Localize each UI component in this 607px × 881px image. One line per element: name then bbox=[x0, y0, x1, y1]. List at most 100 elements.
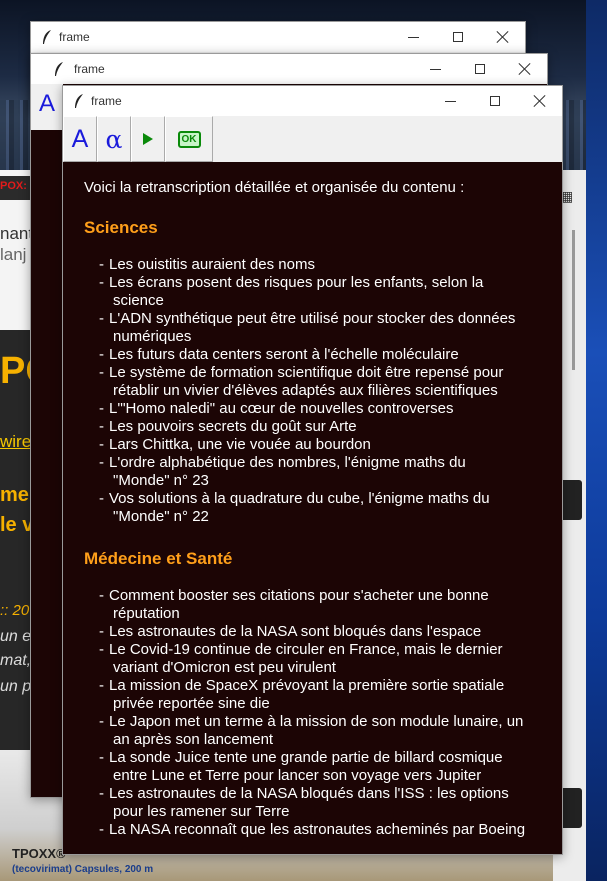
list-item-text: Les astronautes de la NASA bloqués dans … bbox=[109, 785, 509, 802]
bullet-dash: - bbox=[99, 785, 104, 802]
font-button-label[interactable]: A bbox=[39, 90, 55, 118]
background-link[interactable]: wire bbox=[0, 432, 31, 452]
list-item: - Vos solutions à la quadrature du cube, … bbox=[84, 490, 515, 508]
bullet-dash: - bbox=[99, 364, 104, 381]
list-item-continuation: privée reportée sine die bbox=[84, 695, 525, 713]
bullet-dash: - bbox=[99, 677, 104, 694]
list-item-text: privée reportée sine die bbox=[113, 695, 270, 712]
maximize-button[interactable] bbox=[458, 54, 502, 84]
intro-text: Voici la retranscription détaillée et or… bbox=[84, 179, 465, 196]
background-italic-line: mat, bbox=[0, 652, 32, 669]
titlebar[interactable]: frame bbox=[63, 86, 562, 116]
minimize-button[interactable] bbox=[391, 22, 435, 52]
background-product-name: TPOXX® bbox=[12, 846, 66, 861]
list-item-continuation: numériques bbox=[84, 328, 515, 346]
background-scrollbar[interactable] bbox=[572, 230, 575, 370]
ok-icon: OK bbox=[177, 130, 201, 148]
font-button-label: A bbox=[71, 124, 89, 153]
bullet-dash: - bbox=[99, 436, 104, 453]
list-item-text: L'ordre alphabétique des nombres, l'énig… bbox=[109, 454, 466, 471]
window-title: frame bbox=[59, 30, 90, 44]
list-item: - L'"Homo naledi" au cœur de nouvelles co… bbox=[84, 400, 515, 418]
section-items: - Les ouistitis auraient des noms - Les écr… bbox=[84, 256, 515, 526]
list-item-continuation: an après son lancement bbox=[84, 731, 525, 749]
background-text-line: nant bbox=[0, 224, 34, 243]
bullet-dash: - bbox=[99, 821, 104, 838]
font-button[interactable]: A bbox=[63, 116, 97, 162]
list-item: - Le Covid-19 continue de circuler en Fra… bbox=[84, 641, 525, 659]
list-item-continuation: rétablir un vivier d'élèves adaptés aux … bbox=[84, 382, 515, 400]
toolbar-strip: A bbox=[31, 84, 63, 130]
minimize-icon bbox=[407, 36, 419, 38]
list-item-text: numériques bbox=[113, 328, 192, 345]
toolbar: A α OK bbox=[63, 116, 562, 162]
list-item-continuation: pour les ramener sur Terre bbox=[84, 803, 525, 821]
close-button[interactable] bbox=[503, 54, 547, 84]
list-item-continuation: variant d'Omicron est peu virulent bbox=[84, 659, 525, 677]
feather-icon bbox=[75, 94, 83, 108]
list-item: - Les écrans posent des risques pour les … bbox=[84, 274, 515, 292]
titlebar[interactable]: frame bbox=[31, 22, 525, 52]
alpha-button-label: α bbox=[105, 124, 123, 154]
list-item: - Comment booster ses citations pour s'ac… bbox=[84, 587, 525, 605]
desktop-wallpaper-edge bbox=[586, 0, 607, 881]
background-italic-line: un p bbox=[0, 678, 32, 695]
background-date: :: 20 bbox=[0, 602, 30, 619]
background-heading: le v bbox=[0, 514, 34, 536]
list-item-text: Comment booster ses citations pour s'ach… bbox=[109, 587, 489, 604]
minimize-button[interactable] bbox=[413, 54, 457, 84]
maximize-icon bbox=[490, 96, 500, 106]
list-item-text: an après son lancement bbox=[113, 731, 274, 748]
window-title: frame bbox=[74, 62, 105, 76]
list-item: - Le système de formation scientifique do… bbox=[84, 364, 515, 382]
list-item-text: Vos solutions à la quadrature du cube, l… bbox=[109, 490, 490, 507]
list-item-text: La mission de SpaceX prévoyant la premiè… bbox=[109, 677, 505, 694]
list-item-text: "Monde" n° 22 bbox=[113, 508, 209, 525]
section-title: Médecine et Santé bbox=[84, 549, 233, 568]
list-item-text: Le Japon met un terme à la mission de so… bbox=[109, 713, 524, 730]
maximize-icon bbox=[475, 64, 485, 74]
list-item-continuation: entre Lune et Terre pour lancer son voya… bbox=[84, 767, 525, 785]
feather-icon bbox=[43, 30, 51, 44]
bullet-dash: - bbox=[99, 400, 104, 417]
maximize-button[interactable] bbox=[473, 86, 517, 116]
minimize-button[interactable] bbox=[428, 86, 472, 116]
list-item: - Lars Chittka, une vie vouée au bourdon bbox=[84, 436, 515, 454]
list-item-text: La NASA reconnaît que les astronautes ac… bbox=[109, 821, 526, 838]
list-item: - Les pouvoirs secrets du goût sur Arte bbox=[84, 418, 515, 436]
list-item: - La NASA reconnaît que les astronautes a… bbox=[84, 821, 525, 839]
list-item-text: Le système de formation scientifique doi… bbox=[109, 364, 504, 381]
list-item-continuation: "Monde" n° 22 bbox=[84, 508, 515, 526]
list-item-text: Les futurs data centers seront à l'échel… bbox=[109, 346, 459, 363]
titlebar[interactable]: frame bbox=[31, 54, 547, 84]
list-item-text: L'ADN synthétique peut être utilisé pour… bbox=[109, 310, 516, 327]
list-item-text: science bbox=[113, 292, 164, 309]
section-items: - Comment booster ses citations pour s'ac… bbox=[84, 587, 525, 839]
maximize-button[interactable] bbox=[436, 22, 480, 52]
list-item-text: rétablir un vivier d'élèves adaptés aux … bbox=[113, 382, 498, 399]
ok-button[interactable]: OK bbox=[165, 116, 213, 162]
close-button[interactable] bbox=[518, 86, 562, 116]
transcription-panel[interactable]: Voici la retranscription détaillée et or… bbox=[63, 162, 562, 854]
background-red-label: POX: bbox=[0, 180, 27, 192]
alpha-button[interactable]: α bbox=[97, 116, 131, 162]
list-item-text: entre Lune et Terre pour lancer son voya… bbox=[113, 767, 482, 784]
window-frame-front[interactable]: frame A α OK Voici la retranscription dé… bbox=[62, 85, 563, 855]
bullet-dash: - bbox=[99, 749, 104, 766]
list-item: - L'ordre alphabétique des nombres, l'éni… bbox=[84, 454, 515, 472]
list-item: - Les ouistitis auraient des noms bbox=[84, 256, 515, 274]
close-icon bbox=[518, 62, 532, 76]
list-item: - Les astronautes de la NASA bloqués dans… bbox=[84, 785, 525, 803]
list-item-text: réputation bbox=[113, 605, 180, 622]
list-item-text: Les pouvoirs secrets du goût sur Arte bbox=[109, 418, 357, 435]
list-item: - L'ADN synthétique peut être utilisé pou… bbox=[84, 310, 515, 328]
run-button[interactable] bbox=[131, 116, 165, 162]
bullet-dash: - bbox=[99, 274, 104, 291]
close-button[interactable] bbox=[481, 22, 525, 52]
list-item-text: Les écrans posent des risques pour les e… bbox=[109, 274, 484, 291]
section-medecine: Médecine et Santé - Comment booster ses c… bbox=[84, 549, 525, 839]
list-item-text: "Monde" n° 23 bbox=[113, 472, 209, 489]
list-item: - Les astronautes de la NASA sont bloqués… bbox=[84, 623, 525, 641]
close-icon bbox=[496, 30, 510, 44]
list-item-text: Le Covid-19 continue de circuler en Fran… bbox=[109, 641, 503, 658]
